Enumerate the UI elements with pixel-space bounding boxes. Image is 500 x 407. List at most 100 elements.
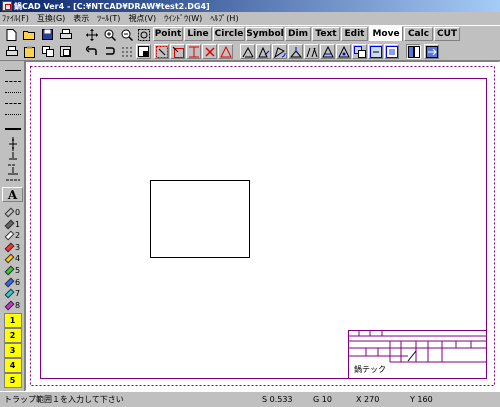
pen-8[interactable]: 8: [2, 300, 23, 311]
trap-off-icon[interactable]: [202, 44, 217, 59]
ungroup-icon[interactable]: [368, 44, 383, 59]
zoom-in-icon[interactable]: [102, 27, 117, 42]
drawn-rectangle[interactable]: [150, 180, 250, 258]
tab-cut[interactable]: CUT: [434, 27, 460, 41]
text-tool-button[interactable]: A: [2, 187, 23, 202]
pen-1[interactable]: 1: [2, 219, 23, 230]
menu-viewpoint[interactable]: 視点(V): [128, 13, 156, 24]
move-icon[interactable]: [240, 44, 255, 59]
trap-icon[interactable]: [154, 44, 169, 59]
tab-move[interactable]: Move: [369, 26, 403, 41]
open-folder-icon[interactable]: [22, 27, 37, 42]
menu-bar: ﾌｧｲﾙ(F) 互換(G) 表示 ﾂｰﾙ(T) 視点(V) ｳｲﾝﾄﾞｳ(W) …: [0, 12, 500, 25]
layer-2[interactable]: 2: [2, 328, 23, 343]
drawing-canvas[interactable]: 鍋テック: [25, 61, 500, 391]
pencil-icon: [4, 300, 15, 311]
linetype-fine[interactable]: [2, 109, 23, 120]
linetype-solid[interactable]: [2, 65, 23, 76]
pen-number: 4: [14, 254, 21, 264]
layer-1[interactable]: 1: [2, 313, 23, 328]
layer-4[interactable]: 4: [2, 358, 23, 373]
pen-0[interactable]: 0: [2, 207, 23, 218]
pen-7[interactable]: 7: [2, 288, 23, 299]
menu-help[interactable]: ﾍﾙﾌﾟ(H): [210, 13, 238, 24]
pen-number: 7: [14, 289, 21, 299]
tab-circle[interactable]: Circle: [213, 27, 245, 41]
status-y: Y 160: [410, 395, 433, 404]
pencil-icon: [4, 242, 15, 253]
array-icon[interactable]: [336, 44, 351, 59]
drawing-svg: 鍋テック: [30, 66, 495, 386]
save-icon[interactable]: [40, 27, 55, 42]
scale-1000-icon[interactable]: [2, 167, 23, 181]
menu-file[interactable]: ﾌｧｲﾙ(F): [2, 13, 29, 24]
select-toggle-icon[interactable]: [424, 44, 439, 59]
zoom-window-icon[interactable]: [136, 27, 151, 42]
layer-number: 2: [3, 328, 22, 343]
mirror-icon[interactable]: [304, 44, 319, 59]
tab-line[interactable]: Line: [184, 27, 212, 41]
tab-text[interactable]: Text: [312, 27, 340, 41]
attribute-icon[interactable]: [384, 44, 399, 59]
tab-edit[interactable]: Edit: [341, 27, 368, 41]
layer-5[interactable]: 5: [2, 373, 23, 388]
trap-cross-icon[interactable]: [186, 44, 201, 59]
print-icon[interactable]: [4, 44, 19, 59]
layer-number: 5: [3, 373, 22, 388]
status-x: X 270: [356, 395, 380, 404]
pan-icon[interactable]: [84, 27, 99, 42]
stretch-icon[interactable]: [320, 44, 335, 59]
rotate-icon[interactable]: [272, 44, 287, 59]
left-toolbar: A 012345678 12345: [0, 61, 25, 391]
window-title: 鍋CAD Ver4 - [C:¥NTCAD¥DRAW¥test2.DG4]: [14, 1, 210, 11]
trap-clear-icon[interactable]: [218, 44, 233, 59]
menu-view[interactable]: 表示: [73, 13, 89, 24]
scale-100-icon[interactable]: [2, 152, 23, 166]
group-icon[interactable]: [352, 44, 367, 59]
scale-fraction-icon[interactable]: [2, 137, 23, 151]
new-file-icon[interactable]: [4, 27, 19, 42]
copy-move-icon[interactable]: [256, 44, 271, 59]
pen-number: 0: [14, 208, 21, 217]
menu-tools[interactable]: ﾂｰﾙ(T): [97, 13, 120, 24]
grid-icon[interactable]: [119, 44, 134, 59]
printer-setup-icon[interactable]: [58, 27, 73, 42]
tab-dim[interactable]: Dim: [285, 27, 311, 41]
pen-2[interactable]: 2: [2, 230, 23, 241]
layer-number: 3: [3, 343, 22, 358]
tab-point[interactable]: Point: [153, 27, 183, 41]
layer-3[interactable]: 3: [2, 343, 23, 358]
trap-window-icon[interactable]: [170, 44, 185, 59]
pen-number: 8: [14, 300, 21, 310]
linetype-dotted[interactable]: [2, 87, 23, 98]
select-all-icon[interactable]: [406, 44, 421, 59]
window-titlebar: 鍋CAD Ver4 - [C:¥NTCAD¥DRAW¥test2.DG4]: [0, 0, 500, 12]
pen-4[interactable]: 4: [2, 253, 23, 264]
tab-symbol[interactable]: Symbol: [246, 27, 284, 41]
layer-number: 1: [3, 313, 22, 328]
redo-icon[interactable]: [102, 44, 117, 59]
linetype-dashed[interactable]: [2, 76, 23, 87]
pen-3[interactable]: 3: [2, 242, 23, 253]
zoom-out-icon[interactable]: [119, 27, 134, 42]
pencil-icon: [4, 265, 15, 276]
undo-icon[interactable]: [84, 44, 99, 59]
tab-calc[interactable]: Calc: [404, 27, 433, 41]
paste-icon[interactable]: [58, 44, 73, 59]
redraw-icon[interactable]: [136, 44, 151, 59]
main-toolbar: Point Line Circle Symbol Dim Text Edit M…: [0, 25, 500, 61]
pencil-icon: [4, 219, 15, 230]
clipboard-icon[interactable]: [22, 44, 37, 59]
copy-icon[interactable]: [40, 44, 55, 59]
pen-6[interactable]: 6: [2, 277, 23, 288]
pen-5[interactable]: 5: [2, 265, 23, 276]
paper-outer-border: [30, 66, 495, 386]
menu-compat[interactable]: 互換(G): [37, 13, 65, 24]
lineweight-thick[interactable]: [2, 123, 23, 134]
scale-icon[interactable]: [288, 44, 303, 59]
linetype-dashdot[interactable]: [2, 98, 23, 109]
pen-number: 1: [14, 219, 21, 229]
title-block-label: 鍋テック: [354, 364, 386, 374]
menu-window[interactable]: ｳｲﾝﾄﾞｳ(W): [164, 13, 202, 24]
paper-inner-border: [40, 78, 487, 379]
